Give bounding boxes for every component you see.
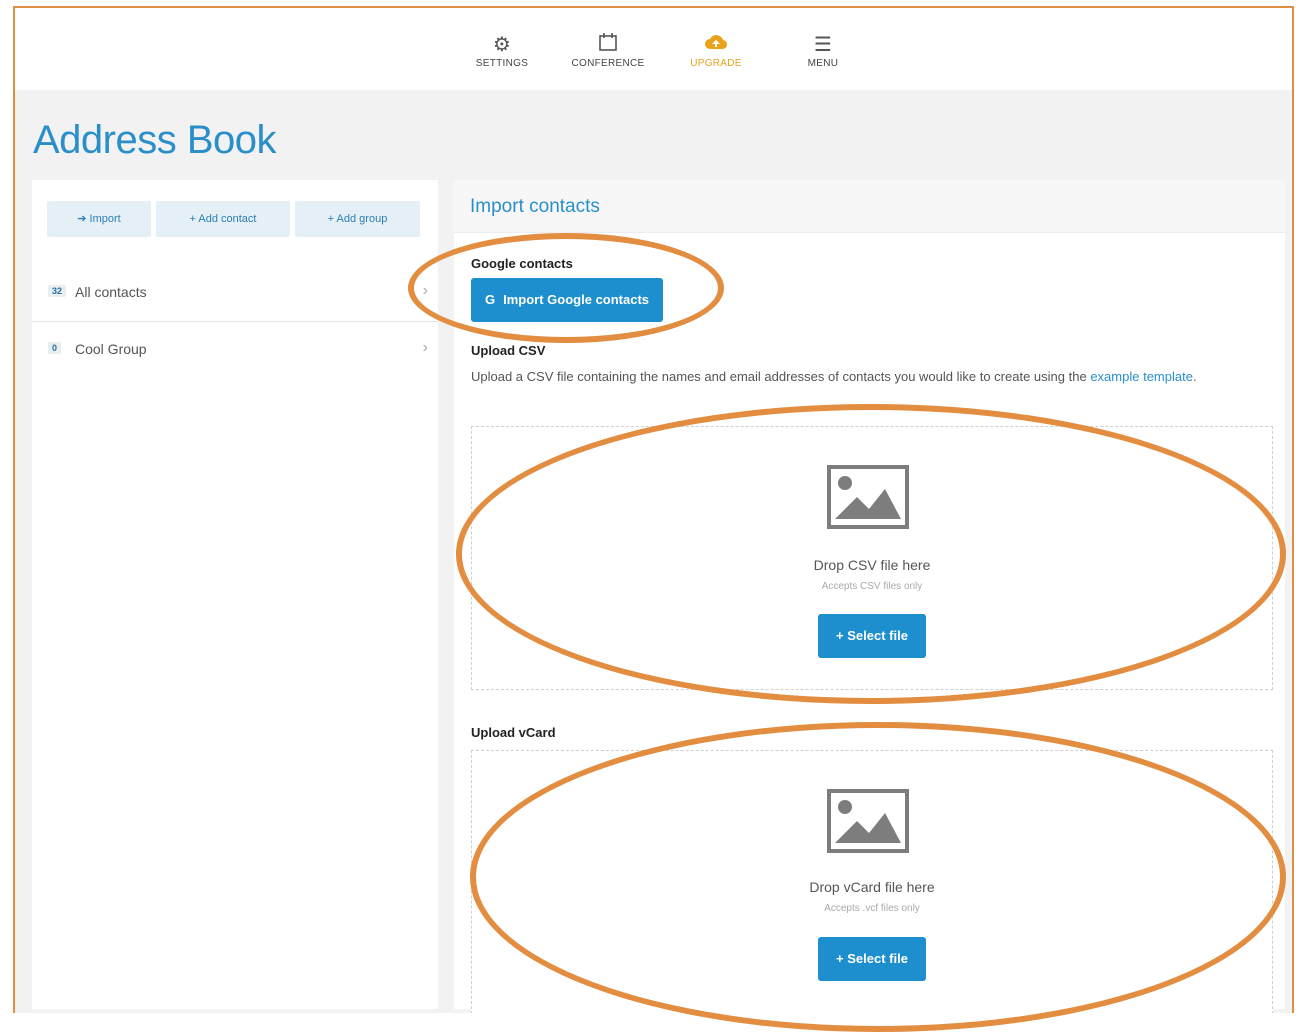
upload-csv-label: Upload CSV [471, 343, 546, 358]
upload-vcard-label: Upload vCard [471, 725, 556, 740]
image-placeholder-icon [827, 465, 909, 529]
group-name: All contacts [75, 284, 147, 300]
csv-select-file-button[interactable]: + Select file [818, 614, 926, 658]
google-icon: G [485, 292, 496, 307]
gear-icon: ⚙ [492, 34, 512, 56]
panel-heading: Import contacts [470, 196, 600, 217]
image-placeholder-icon [827, 789, 909, 853]
import-google-contacts-button[interactable]: G Import Google contacts [471, 278, 664, 322]
import-panel: Import contacts Google contacts G Import … [454, 180, 1285, 1013]
chevron-right-icon: › [422, 339, 428, 356]
count-badge: 32 [48, 285, 67, 297]
csv-accepts-text: Accepts CSV files only [821, 581, 923, 592]
add-group-button[interactable]: + Add group [295, 201, 420, 237]
group-item-all-contacts[interactable]: 32 All contacts › [32, 265, 438, 322]
import-google-label: Import Google contacts [503, 292, 650, 307]
nav-menu[interactable]: ☰ MENU [778, 32, 868, 69]
chevron-right-icon: › [422, 282, 428, 299]
nav-settings-label: SETTINGS [475, 58, 529, 69]
app-frame: ⚙ SETTINGS CONFERENCE UPGRADE ☰ MENU Add… [13, 6, 1294, 1013]
nav-menu-label: MENU [807, 58, 839, 69]
group-name: Cool Group [75, 341, 147, 357]
csv-description-end: . [1192, 369, 1197, 384]
vcard-dropzone[interactable]: Drop vCard file here Accepts .vcf files … [471, 750, 1273, 1013]
import-button[interactable]: ➔ Import [47, 201, 151, 237]
nav-upgrade-label: UPGRADE [690, 58, 742, 69]
nav-conference-label: CONFERENCE [571, 58, 645, 69]
group-item-cool-group[interactable]: 0 Cool Group › [32, 322, 438, 378]
google-contacts-label: Google contacts [471, 256, 573, 271]
calendar-icon [563, 32, 653, 58]
vcard-select-file-button[interactable]: + Select file [818, 937, 926, 981]
add-contact-button[interactable]: + Add contact [156, 201, 290, 237]
nav-conference[interactable]: CONFERENCE [563, 32, 653, 69]
csv-description: Upload a CSV file containing the names a… [471, 366, 1281, 388]
nav-settings[interactable]: ⚙ SETTINGS [457, 32, 547, 69]
nav-upgrade[interactable]: UPGRADE [671, 32, 761, 69]
example-template-link[interactable]: example template [1090, 369, 1193, 384]
vcard-drop-text: Drop vCard file here [809, 879, 935, 895]
csv-description-text: Upload a CSV file containing the names a… [471, 369, 1087, 384]
vcard-accepts-text: Accepts .vcf files only [824, 903, 920, 914]
count-badge: 0 [48, 342, 62, 354]
panel-header: Import contacts [454, 180, 1285, 233]
hamburger-menu-icon: ☰ [813, 34, 833, 56]
page-title: Address Book [33, 118, 277, 162]
cloud-upload-icon [671, 32, 761, 58]
csv-drop-text: Drop CSV file here [813, 557, 931, 573]
csv-dropzone[interactable]: Drop CSV file here Accepts CSV files onl… [471, 426, 1273, 690]
sidebar-panel: ➔ Import + Add contact + Add group 32 Al… [32, 180, 438, 1009]
top-navigation: ⚙ SETTINGS CONFERENCE UPGRADE ☰ MENU [15, 8, 1292, 90]
